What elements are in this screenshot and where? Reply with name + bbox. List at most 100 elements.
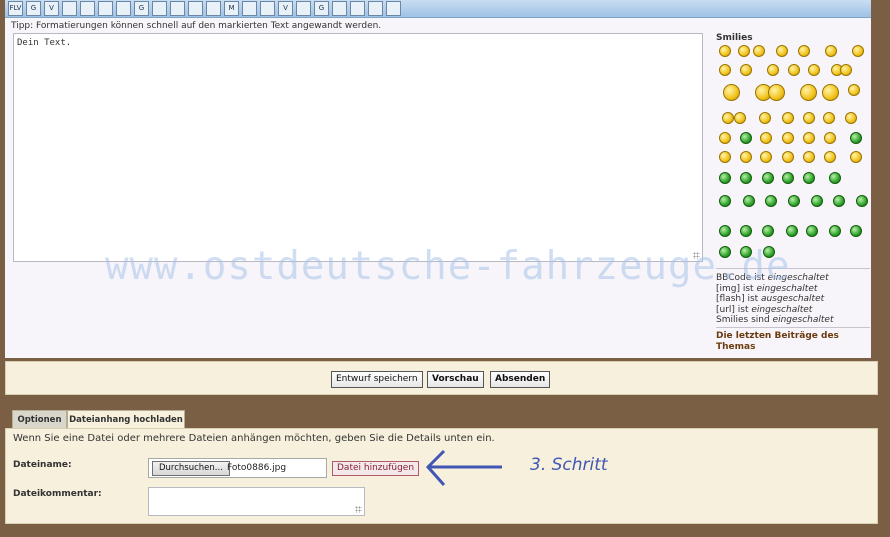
arrow-left-icon <box>425 449 502 486</box>
smiley-icon[interactable] <box>776 45 788 57</box>
smiley-icon[interactable] <box>782 172 794 184</box>
smiley-icon[interactable] <box>833 195 845 207</box>
smiley-icon[interactable] <box>734 112 746 124</box>
smiley-icon[interactable] <box>719 195 731 207</box>
toolbar-button-icon[interactable] <box>152 1 167 16</box>
toolbar-button-icon[interactable] <box>368 1 383 16</box>
toolbar-button-icon[interactable] <box>296 1 311 16</box>
toolbar-button-icon[interactable]: V <box>278 1 293 16</box>
smiley-icon[interactable] <box>719 64 731 76</box>
toolbar-button-icon[interactable] <box>116 1 131 16</box>
smiley-icon[interactable] <box>829 172 841 184</box>
smiley-icon[interactable] <box>852 45 864 57</box>
smiley-icon[interactable] <box>803 112 815 124</box>
smiley-icon[interactable] <box>806 225 818 237</box>
smiley-icon[interactable] <box>824 151 836 163</box>
toolbar-button-icon[interactable]: G <box>134 1 149 16</box>
toolbar-button-icon[interactable] <box>242 1 257 16</box>
toolbar-button-icon[interactable] <box>170 1 185 16</box>
step-annotation: 3. Schritt <box>530 455 608 475</box>
smiley-icon[interactable] <box>800 84 817 101</box>
resize-grip-icon[interactable] <box>355 506 362 513</box>
smiley-icon[interactable] <box>765 195 777 207</box>
smiley-icon[interactable] <box>759 112 771 124</box>
toolbar-button-icon[interactable] <box>386 1 401 16</box>
smiley-icon[interactable] <box>840 64 852 76</box>
smiley-icon[interactable] <box>824 132 836 144</box>
smiley-icon[interactable] <box>719 45 731 57</box>
smiley-icon[interactable] <box>850 132 862 144</box>
toolbar-button-icon[interactable]: G <box>314 1 329 16</box>
smiley-icon[interactable] <box>798 45 810 57</box>
submit-button[interactable]: Absenden <box>490 371 551 388</box>
smiley-icon[interactable] <box>719 132 731 144</box>
toolbar-button-icon[interactable] <box>80 1 95 16</box>
toolbar-button-icon[interactable]: FLV <box>8 1 23 16</box>
smiley-icon[interactable] <box>825 45 837 57</box>
smiley-icon[interactable] <box>782 151 794 163</box>
message-text[interactable]: Dein Text. <box>17 38 71 48</box>
smiley-icon[interactable] <box>762 225 774 237</box>
smiley-icon[interactable] <box>856 195 868 207</box>
smiley-icon[interactable] <box>768 84 785 101</box>
recent-posts-link[interactable]: Die letzten Beiträge des Themas <box>716 331 856 352</box>
smiley-icon[interactable] <box>786 225 798 237</box>
smiley-icon[interactable] <box>740 64 752 76</box>
smiley-icon[interactable] <box>803 132 815 144</box>
toolbar-button-icon[interactable] <box>62 1 77 16</box>
smiley-icon[interactable] <box>740 151 752 163</box>
smiley-icon[interactable] <box>740 225 752 237</box>
smiley-icon[interactable] <box>829 225 841 237</box>
smiley-icon[interactable] <box>822 84 839 101</box>
browse-button[interactable]: Durchsuchen... <box>152 461 230 476</box>
smiley-icon[interactable] <box>808 64 820 76</box>
smiley-icon[interactable] <box>738 45 750 57</box>
message-textarea[interactable]: Dein Text. <box>13 33 703 262</box>
file-input[interactable]: Durchsuchen... Foto0886.jpg <box>148 458 327 478</box>
smiley-icon[interactable] <box>719 172 731 184</box>
smiley-icon[interactable] <box>743 195 755 207</box>
smiley-icon[interactable] <box>782 132 794 144</box>
toolbar-button-icon[interactable] <box>206 1 221 16</box>
smiley-icon[interactable] <box>753 45 765 57</box>
toolbar-button-icon[interactable]: V <box>44 1 59 16</box>
tab-attachments[interactable]: Dateianhang hochladen <box>67 410 185 429</box>
smiley-icon[interactable] <box>767 64 779 76</box>
selected-file-name: Foto0886.jpg <box>227 463 287 473</box>
toolbar-button-icon[interactable] <box>350 1 365 16</box>
toolbar-button-icon[interactable] <box>332 1 347 16</box>
smiley-icon[interactable] <box>811 195 823 207</box>
smiley-icon[interactable] <box>850 225 862 237</box>
smiley-icon[interactable] <box>719 151 731 163</box>
smiley-icon[interactable] <box>722 112 734 124</box>
smiley-icon[interactable] <box>740 132 752 144</box>
smiley-icon[interactable] <box>762 172 774 184</box>
toolbar-button-icon[interactable] <box>260 1 275 16</box>
smiley-icon[interactable] <box>740 172 752 184</box>
toolbar-button-icon[interactable] <box>98 1 113 16</box>
smiley-icon[interactable] <box>845 112 857 124</box>
smiley-icon[interactable] <box>760 132 772 144</box>
smiley-icon[interactable] <box>848 84 860 96</box>
smiley-icon[interactable] <box>803 151 815 163</box>
add-file-button[interactable]: Datei hinzufügen <box>332 461 420 476</box>
smiley-icon[interactable] <box>760 151 772 163</box>
smiley-icon[interactable] <box>823 112 835 124</box>
smiley-icon[interactable] <box>723 84 740 101</box>
toolbar-button-icon[interactable]: G <box>26 1 41 16</box>
format-toolbar: FLV G V G M V G <box>5 0 871 18</box>
smiley-icon[interactable] <box>803 172 815 184</box>
smiley-icon[interactable] <box>782 112 794 124</box>
flash-status: [flash] ist ausgeschaltet <box>716 294 825 304</box>
toolbar-button-icon[interactable]: M <box>224 1 239 16</box>
file-comment-input[interactable] <box>148 487 365 516</box>
upload-intro: Wenn Sie eine Datei oder mehrere Dateien… <box>13 433 495 444</box>
save-draft-button[interactable]: Entwurf speichern <box>331 371 423 388</box>
preview-button[interactable]: Vorschau <box>427 371 484 388</box>
smiley-icon[interactable] <box>719 225 731 237</box>
smiley-icon[interactable] <box>850 151 862 163</box>
toolbar-button-icon[interactable] <box>188 1 203 16</box>
smiley-icon[interactable] <box>788 195 800 207</box>
smiley-icon[interactable] <box>788 64 800 76</box>
tab-options[interactable]: Optionen <box>12 410 67 429</box>
